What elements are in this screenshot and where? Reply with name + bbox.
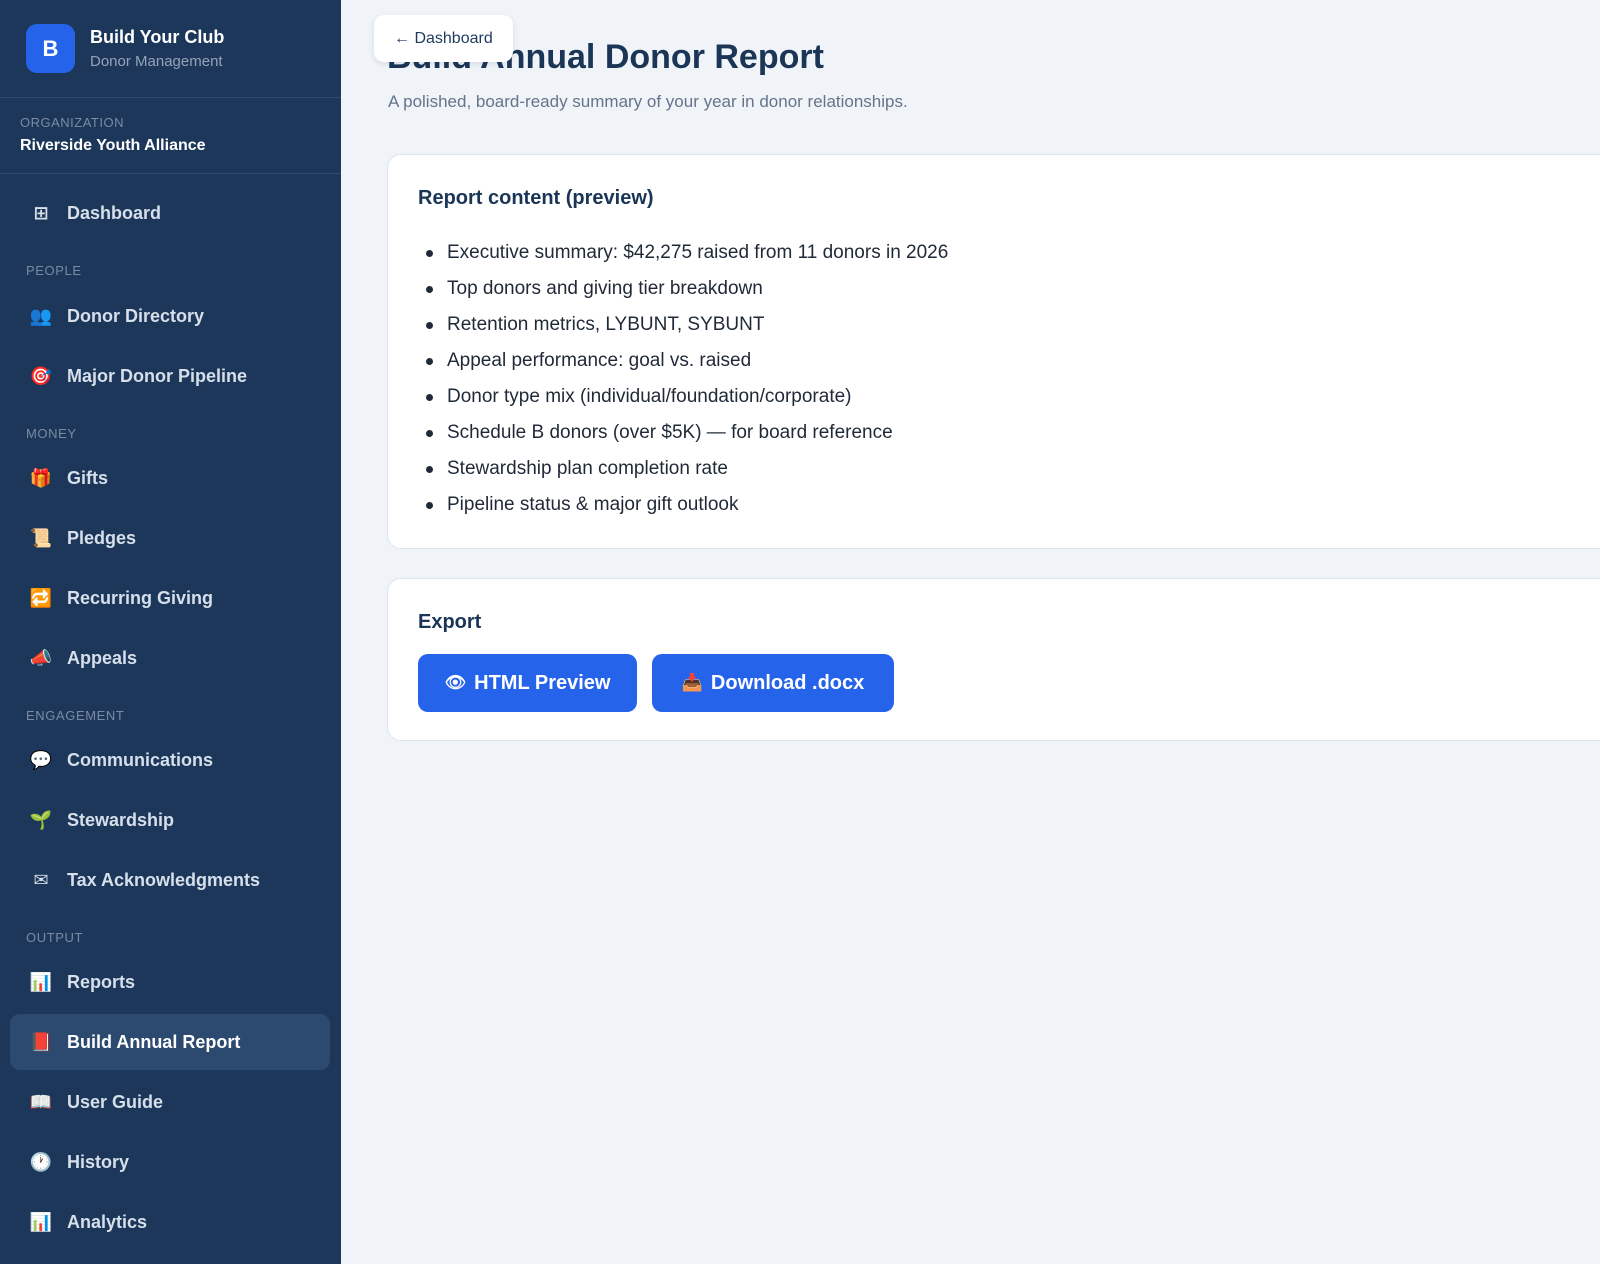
sidebar-item-label: Pledges xyxy=(67,527,137,548)
sidebar-item-pledges[interactable]: 📜 Pledges xyxy=(10,510,330,566)
brand-title: Build Your Club xyxy=(90,27,225,47)
sidebar-item-build-annual-report[interactable]: 📕 Build Annual Report xyxy=(10,1014,330,1070)
grid-icon: ⊞ xyxy=(33,203,49,223)
sidebar-item-recurring-giving[interactable]: 🔁 Recurring Giving xyxy=(10,570,330,626)
sidebar-item-appeals[interactable]: 📣 Appeals xyxy=(10,630,330,686)
list-item: Stewardship plan completion rate xyxy=(418,451,948,487)
sidebar-item-analytics[interactable]: 📊 Analytics xyxy=(10,1194,330,1250)
scroll-icon: 📜 xyxy=(29,528,53,548)
section-label-output: OUTPUT xyxy=(26,930,84,945)
section-label-people: PEOPLE xyxy=(26,263,82,278)
sidebar-item-label: Analytics xyxy=(67,1211,148,1232)
seedling-icon: 🌱 xyxy=(29,810,53,830)
organization-label: ORGANIZATION xyxy=(20,115,124,130)
people-icon: 👥 xyxy=(29,306,53,326)
target-icon: 🎯 xyxy=(29,366,53,386)
sidebar-item-label: User Guide xyxy=(67,1091,164,1112)
sidebar-item-user-guide[interactable]: 📖 User Guide xyxy=(10,1074,330,1130)
megaphone-icon: 📣 xyxy=(29,648,53,668)
eye-icon: 👁 xyxy=(444,673,467,692)
page-subtitle: A polished, board-ready summary of your … xyxy=(388,92,908,111)
bar-chart-icon: 📊 xyxy=(29,972,53,992)
download-docx-label: Download .docx xyxy=(710,671,865,694)
sidebar-item-label: Stewardship xyxy=(67,809,175,830)
inbox-tray-icon: 📥 xyxy=(681,673,703,692)
book-icon: 📕 xyxy=(29,1032,53,1052)
speech-bubble-icon: 💬 xyxy=(29,750,53,770)
organization-name: Riverside Youth Alliance xyxy=(20,137,206,154)
list-item: Pipeline status & major gift outlook xyxy=(418,487,948,523)
html-preview-label: HTML Preview xyxy=(474,671,611,694)
export-card: Export 👁 HTML Preview 📥 Download .docx xyxy=(387,578,1600,741)
sidebar-item-communications[interactable]: 💬 Communications xyxy=(10,732,330,788)
list-item: Retention metrics, LYBUNT, SYBUNT xyxy=(418,307,948,343)
preview-list: Executive summary: $42,275 raised from 1… xyxy=(418,235,948,523)
sidebar-item-label: Gifts xyxy=(67,467,109,488)
sidebar: B Build Your Club Donor Management ORGAN… xyxy=(0,0,341,1264)
list-item: Donor type mix (individual/foundation/co… xyxy=(418,379,948,415)
section-label-engagement: ENGAGEMENT xyxy=(26,708,125,723)
preview-title: Report content (preview) xyxy=(418,187,654,209)
report-preview-card: Report content (preview) Executive summa… xyxy=(387,154,1600,549)
sidebar-item-label: Communications xyxy=(67,749,214,770)
brand-logo: B xyxy=(26,24,75,73)
brand-header: B Build Your Club Donor Management xyxy=(0,0,341,98)
sidebar-item-label: Tax Acknowledgments xyxy=(67,869,261,890)
export-title: Export xyxy=(418,611,482,633)
sidebar-item-reports[interactable]: 📊 Reports xyxy=(10,954,330,1010)
back-to-dashboard-button[interactable]: ← Dashboard xyxy=(374,15,513,62)
sidebar-item-label: History xyxy=(67,1151,130,1172)
gift-icon: 🎁 xyxy=(29,468,53,488)
envelope-icon: ✉ xyxy=(33,870,49,890)
sidebar-item-stewardship[interactable]: 🌱 Stewardship xyxy=(10,792,330,848)
organization-block: ORGANIZATION Riverside Youth Alliance xyxy=(0,98,341,174)
sidebar-item-dashboard[interactable]: ⊞ Dashboard xyxy=(10,185,330,241)
list-item: Appeal performance: goal vs. raised xyxy=(418,343,948,379)
list-item: Schedule B donors (over $5K) — for board… xyxy=(418,415,948,451)
repeat-icon: 🔁 xyxy=(29,588,53,608)
sidebar-item-label: Donor Directory xyxy=(67,305,205,326)
sidebar-item-label: Build Annual Report xyxy=(67,1031,241,1052)
sidebar-item-tax-acknowledgments[interactable]: ✉ Tax Acknowledgments xyxy=(10,852,330,908)
open-book-icon: 📖 xyxy=(29,1092,53,1112)
main-content: ← Dashboard Build Annual Donor Report A … xyxy=(341,0,1600,1264)
sidebar-item-label: Major Donor Pipeline xyxy=(67,365,248,386)
sidebar-item-gifts[interactable]: 🎁 Gifts xyxy=(10,450,330,506)
bar-chart-icon: 📊 xyxy=(29,1212,53,1232)
list-item: Executive summary: $42,275 raised from 1… xyxy=(418,235,948,271)
section-label-money: MONEY xyxy=(26,426,77,441)
sidebar-item-label: Recurring Giving xyxy=(67,587,214,608)
sidebar-item-label: Reports xyxy=(67,971,136,992)
sidebar-item-major-donor-pipeline[interactable]: 🎯 Major Donor Pipeline xyxy=(10,348,330,404)
sidebar-item-donor-directory[interactable]: 👥 Donor Directory xyxy=(10,288,330,344)
clock-icon: 🕐 xyxy=(29,1152,53,1172)
list-item: Top donors and giving tier breakdown xyxy=(418,271,948,307)
download-docx-button[interactable]: 📥 Download .docx xyxy=(652,654,894,712)
sidebar-item-label: Dashboard xyxy=(67,202,162,223)
sidebar-item-history[interactable]: 🕐 History xyxy=(10,1134,330,1190)
html-preview-button[interactable]: 👁 HTML Preview xyxy=(418,654,637,712)
sidebar-item-label: Appeals xyxy=(67,647,138,668)
brand-subtitle: Donor Management xyxy=(90,53,223,70)
